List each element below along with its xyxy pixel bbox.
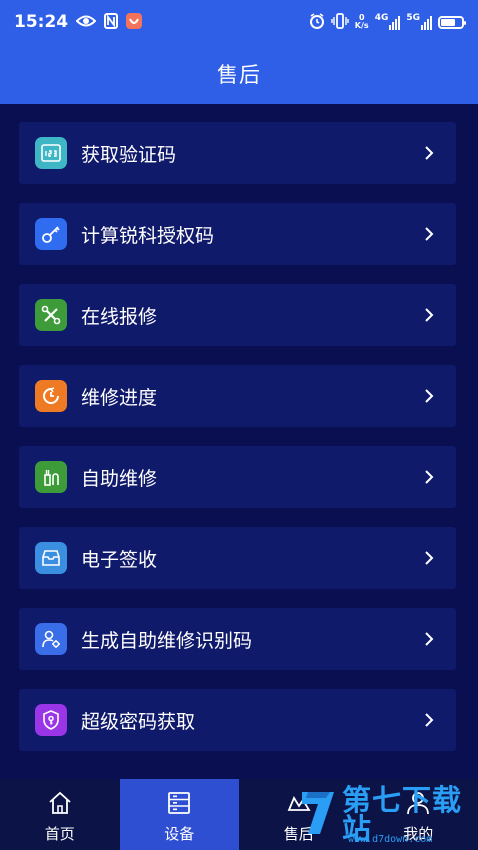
eye-icon [75,14,97,31]
signal-4g: 4G [375,14,401,30]
chevron-right-icon [418,466,440,488]
key-icon [35,218,67,250]
network-speed: 0 K/s [355,14,369,30]
menu-item-label: 超级密码获取 [81,710,196,733]
menu-list: 获取验证码 计算锐科授权码 在线报修 维修进度 自助维修 电子签收 生成自助维修… [19,122,456,770]
menu-item-label: 自助维修 [81,467,158,490]
verification-code-icon [35,137,67,169]
e-sign-icon [35,542,67,574]
signal-bars-icon [389,14,401,30]
menu-item-online-repair[interactable]: 在线报修 [19,284,456,346]
shield-key-icon [35,704,67,736]
chevron-right-icon [418,385,440,407]
menu-item-e-sign[interactable]: 电子签收 [19,527,456,589]
menu-item-repair-progress[interactable]: 维修进度 [19,365,456,427]
menu-item-self-repair-id[interactable]: 生成自助维修识别码 [19,608,456,670]
page-title: 售后 [217,63,261,87]
menu-item-self-repair[interactable]: 自助维修 [19,446,456,508]
menu-item-super-password[interactable]: 超级密码获取 [19,689,456,751]
chevron-right-icon [418,709,440,731]
self-repair-icon [35,461,67,493]
user-id-icon [35,623,67,655]
watermark: 第七下载站 www.d7down.com [300,780,478,850]
chevron-right-icon [418,304,440,326]
status-time: 15:24 [14,12,69,32]
chevron-right-icon [418,547,440,569]
header: 售后 [0,44,478,104]
menu-item-get-verification-code[interactable]: 获取验证码 [19,122,456,184]
network-speed-unit: K/s [354,21,369,30]
watermark-logo-icon [300,788,338,842]
nfc-icon [104,12,119,32]
tab-label: 设备 [164,824,195,843]
signal-4g-label: 4G [374,13,389,23]
menu-item-label: 维修进度 [81,386,158,409]
menu-item-label: 计算锐科授权码 [81,224,215,247]
menu-item-label: 生成自助维修识别码 [81,629,253,652]
vibrate-icon [331,12,349,32]
progress-icon [35,380,67,412]
tools-icon [35,299,67,331]
tab-home[interactable]: 首页 [0,779,120,850]
signal-5g: 5G [406,14,432,30]
signal-bars-icon [421,14,432,30]
menu-item-label: 电子签收 [81,548,158,571]
app-notification-icon [126,12,143,32]
home-icon [47,790,73,820]
device-icon [166,790,192,820]
menu-item-auth-code[interactable]: 计算锐科授权码 [19,203,456,265]
menu-item-label: 获取验证码 [81,143,177,166]
signal-5g-label: 5G [406,13,420,23]
tab-device[interactable]: 设备 [119,779,239,850]
alarm-icon [309,12,325,32]
battery-icon [438,15,466,29]
watermark-url: www.d7down.com [348,834,433,845]
menu-item-label: 在线报修 [81,305,158,328]
chevron-right-icon [418,223,440,245]
chevron-right-icon [418,628,440,650]
status-bar: 15:24 0 K/s 4G 5G [0,0,478,44]
chevron-right-icon [418,142,440,164]
tab-label: 首页 [44,824,75,843]
